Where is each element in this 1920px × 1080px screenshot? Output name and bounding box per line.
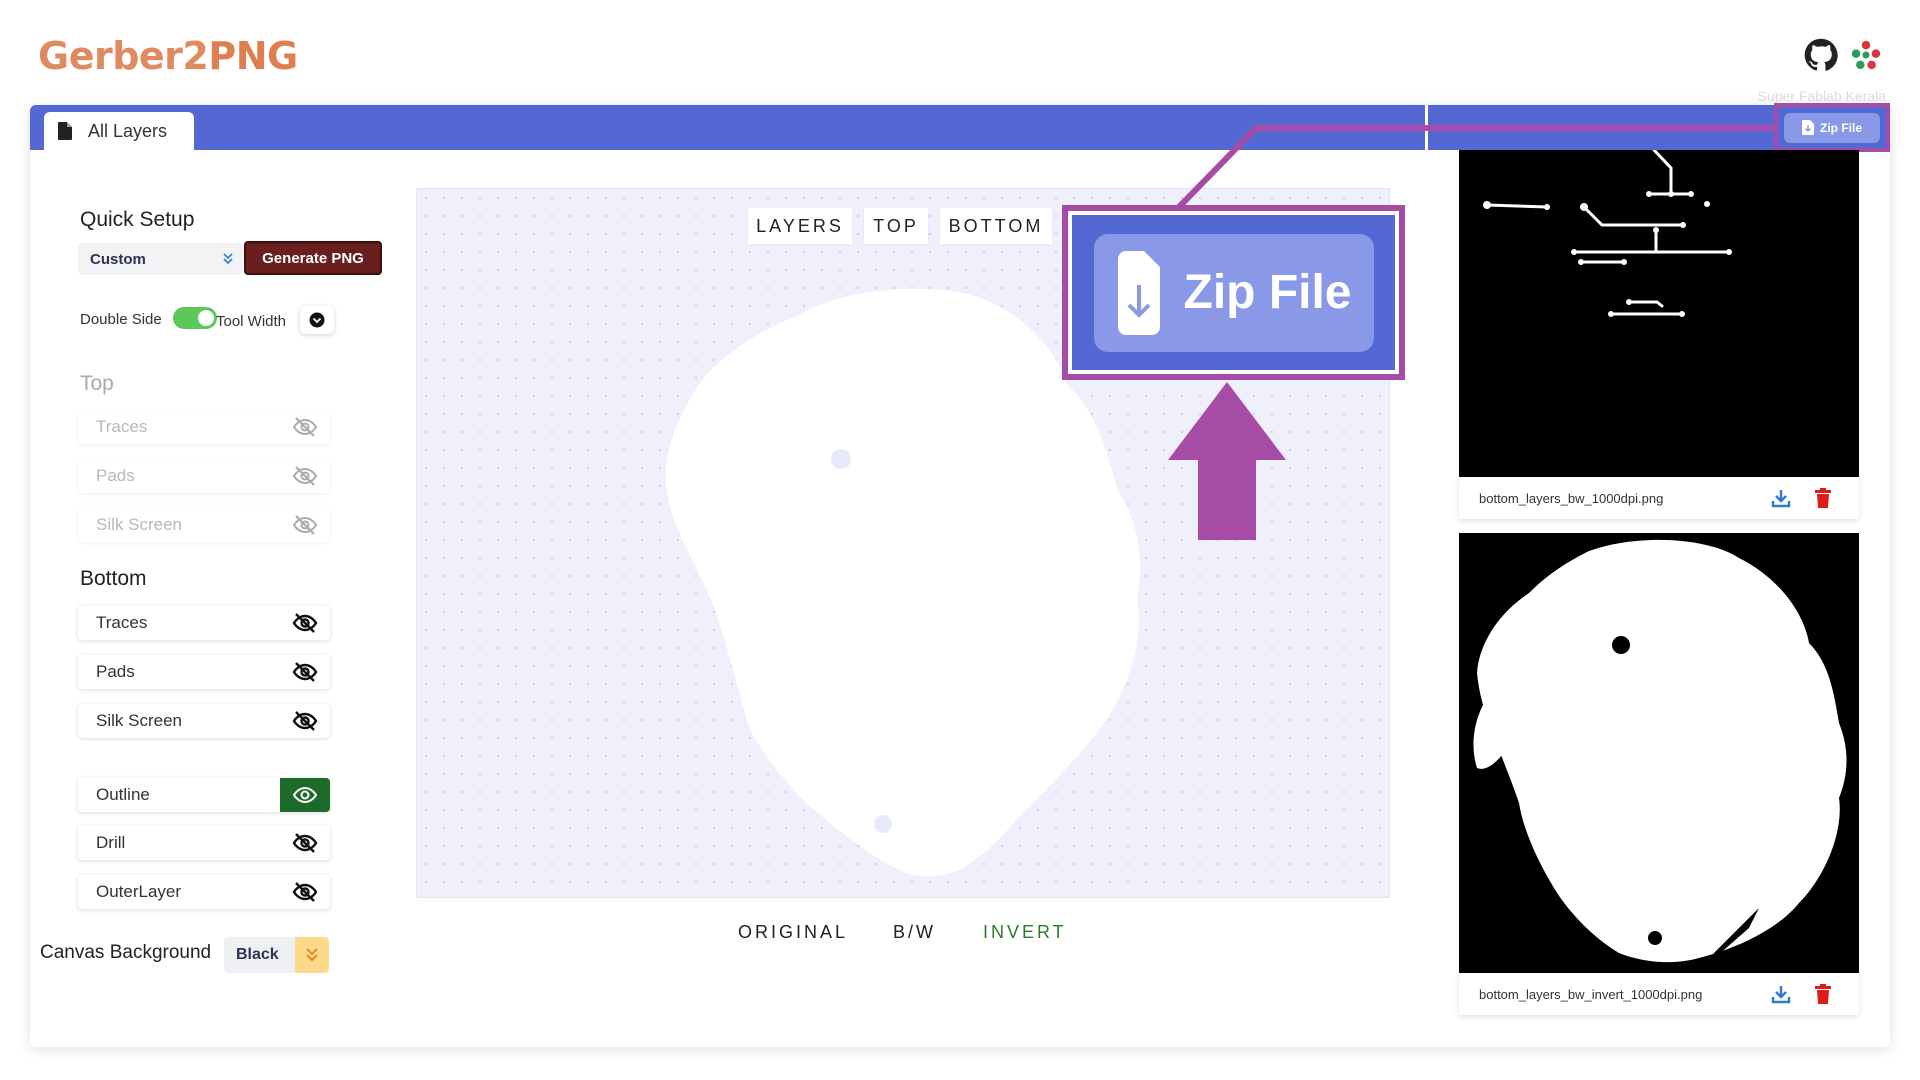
trash-icon[interactable]	[1815, 984, 1831, 1004]
eye-off-icon[interactable]	[280, 704, 330, 738]
canvas-background-select[interactable]: Black	[224, 937, 329, 973]
eye-off-icon[interactable]	[280, 826, 330, 860]
bottom-section-title: Bottom	[80, 567, 147, 590]
double-side-toggle[interactable]	[173, 307, 217, 329]
eye-off-icon[interactable]	[280, 875, 330, 909]
file-row: bottom_layers_bw_invert_1000dpi.png	[1459, 973, 1859, 1015]
quick-setup-title: Quick Setup	[80, 208, 195, 231]
top-traces-row[interactable]: Traces	[78, 410, 330, 444]
view-layers-button[interactable]: LAYERS	[748, 208, 852, 244]
view-top-button[interactable]: TOP	[864, 208, 928, 244]
eye-off-icon[interactable]	[280, 655, 330, 689]
file-name: bottom_layers_bw_invert_1000dpi.png	[1479, 986, 1703, 1002]
top-pads-row[interactable]: Pads	[78, 459, 330, 493]
trash-icon[interactable]	[1815, 488, 1831, 508]
file-row: bottom_layers_bw_1000dpi.png	[1459, 477, 1859, 519]
canvas-background-label: Canvas Background	[40, 942, 212, 963]
download-icon[interactable]	[1771, 488, 1791, 508]
tab-all-layers[interactable]: All Layers	[44, 112, 194, 150]
file-name: bottom_layers_bw_1000dpi.png	[1479, 490, 1664, 506]
mode-invert-button[interactable]: INVERT	[983, 922, 1067, 943]
preset-select[interactable]: Custom	[78, 243, 243, 275]
github-icon[interactable]	[1804, 38, 1838, 72]
eye-off-icon[interactable]	[280, 410, 330, 444]
chevron-down-circle-icon	[309, 312, 325, 328]
top-silk-screen-row[interactable]: Silk Screen	[78, 508, 330, 542]
double-chevron-down-icon	[223, 253, 233, 265]
eye-off-icon[interactable]	[280, 508, 330, 542]
outer-layer-row[interactable]: OuterLayer	[78, 875, 330, 909]
outline-row[interactable]: Outline	[78, 778, 330, 812]
eagle-invert-image	[1473, 539, 1847, 963]
eye-on-icon[interactable]	[280, 778, 330, 812]
zip-file-button[interactable]: Zip File	[1784, 112, 1880, 143]
eye-off-icon[interactable]	[280, 606, 330, 640]
generate-png-button[interactable]: Generate PNG	[244, 241, 382, 275]
mode-bw-button[interactable]: B/W	[893, 922, 936, 943]
file-download-icon	[1802, 120, 1814, 135]
bw-invert-preview-image	[1459, 533, 1859, 973]
zip-highlight: Zip File	[1774, 103, 1890, 152]
double-side-label: Double Side	[80, 311, 162, 328]
app-logo: Gerber2PNG	[38, 34, 298, 78]
eye-off-icon[interactable]	[280, 459, 330, 493]
traces-image	[1483, 148, 1732, 317]
bottom-pads-row[interactable]: Pads	[78, 655, 330, 689]
bw-preview-image	[1459, 148, 1859, 477]
zip-file-zoomed: Zip File	[1093, 233, 1374, 352]
mode-original-button[interactable]: ORIGINAL	[738, 922, 848, 943]
tool-width-dropdown[interactable]	[300, 306, 334, 334]
fablab-logo-icon[interactable]	[1849, 38, 1883, 72]
tab-label: All Layers	[88, 120, 168, 141]
arrow-up-icon	[1168, 382, 1286, 540]
file-download-icon	[1117, 250, 1160, 335]
file-icon	[58, 122, 72, 140]
bottom-traces-row[interactable]: Traces	[78, 606, 330, 640]
double-chevron-down-icon	[295, 937, 329, 973]
zoom-callout: Zip File	[1062, 205, 1405, 380]
download-icon[interactable]	[1771, 984, 1791, 1004]
drill-row[interactable]: Drill	[78, 826, 330, 860]
brand-caption: Super Fablab Kerala	[1757, 88, 1886, 104]
bottom-silk-screen-row[interactable]: Silk Screen	[78, 704, 330, 738]
tool-width-label: Tool Width	[216, 313, 287, 330]
view-bottom-button[interactable]: BOTTOM	[940, 208, 1052, 244]
top-section-title: Top	[80, 372, 114, 395]
